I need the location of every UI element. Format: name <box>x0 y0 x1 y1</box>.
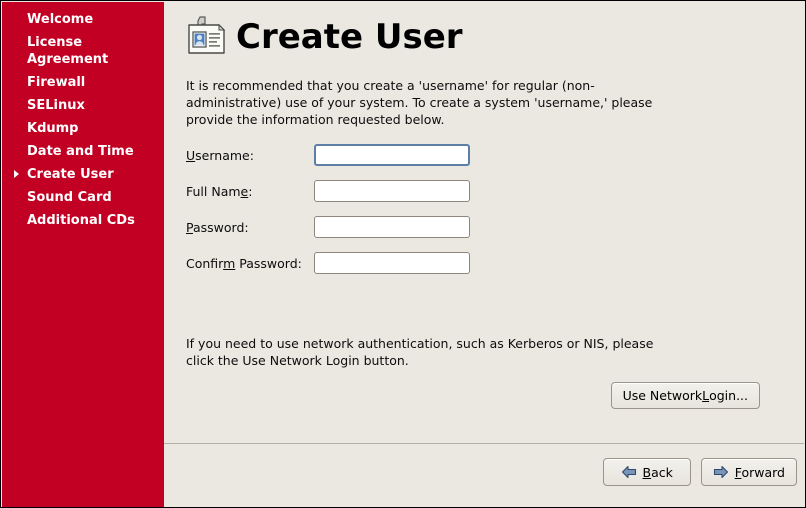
sidebar-item-label: Additional CDs <box>27 213 135 228</box>
sidebar-item-license-agreement[interactable]: License Agreement <box>2 33 164 69</box>
navigation-buttons: Back Forward <box>602 458 797 486</box>
use-network-login-button[interactable]: Use Network Login... <box>610 382 760 409</box>
main-content: Create User It is recommended that you c… <box>164 2 804 506</box>
back-button[interactable]: Back <box>602 458 691 486</box>
forward-button[interactable]: Forward <box>700 458 797 486</box>
id-badge-icon <box>188 16 226 54</box>
back-button-label: Back <box>642 464 673 480</box>
sidebar-item-date-and-time[interactable]: Date and Time <box>2 142 164 161</box>
network-auth-text: If you need to use network authenticatio… <box>186 336 654 368</box>
confirm-password-input[interactable] <box>314 252 470 274</box>
sidebar-item-selinux[interactable]: SELinux <box>2 96 164 115</box>
create-user-form: Username: Full Name: Password: Confirm P… <box>186 144 470 288</box>
sidebar-item-label: Firewall <box>27 75 86 90</box>
full-name-label: Full Name: <box>186 183 253 199</box>
password-input[interactable] <box>314 216 470 238</box>
sidebar-item-welcome[interactable]: Welcome <box>2 10 164 29</box>
sidebar-item-firewall[interactable]: Firewall <box>2 73 164 92</box>
sidebar-item-label: License Agreement <box>27 35 109 67</box>
sidebar-item-sound-card[interactable]: Sound Card <box>2 188 164 207</box>
sidebar-item-label: Sound Card <box>27 190 112 205</box>
sidebar-item-additional-cds[interactable]: Additional CDs <box>2 211 164 230</box>
arrow-right-icon <box>713 465 728 479</box>
full-name-input[interactable] <box>314 180 470 202</box>
sidebar-item-create-user[interactable]: Create User <box>2 165 164 184</box>
form-row-username: Username: <box>186 144 470 166</box>
page-header: Create User <box>184 14 463 60</box>
sidebar-item-label: Create User <box>27 167 114 182</box>
sidebar: Welcome License Agreement Firewall SELin… <box>2 2 164 507</box>
page-title: Create User <box>236 17 463 57</box>
sidebar-item-label: Welcome <box>27 12 94 27</box>
current-step-marker-icon <box>14 170 19 178</box>
sidebar-item-kdump[interactable]: Kdump <box>2 119 164 138</box>
confirm-password-label: Confirm Password: <box>186 255 302 271</box>
sidebar-item-label: SELinux <box>27 98 85 113</box>
intro-text: It is recommended that you create a 'use… <box>186 78 653 127</box>
firstboot-window: Welcome License Agreement Firewall SELin… <box>0 0 806 508</box>
form-row-password: Password: <box>186 216 470 238</box>
footer-bar: Back Forward <box>164 443 804 506</box>
form-row-confirm-password: Confirm Password: <box>186 252 470 274</box>
forward-button-label: Forward <box>734 464 785 480</box>
sidebar-item-label: Date and Time <box>27 144 134 159</box>
form-row-full-name: Full Name: <box>186 180 470 202</box>
sidebar-item-label: Kdump <box>27 121 79 136</box>
password-label: Password: <box>186 219 249 235</box>
username-input[interactable] <box>314 144 470 166</box>
arrow-left-icon <box>621 465 636 479</box>
username-label: Username: <box>186 147 254 163</box>
